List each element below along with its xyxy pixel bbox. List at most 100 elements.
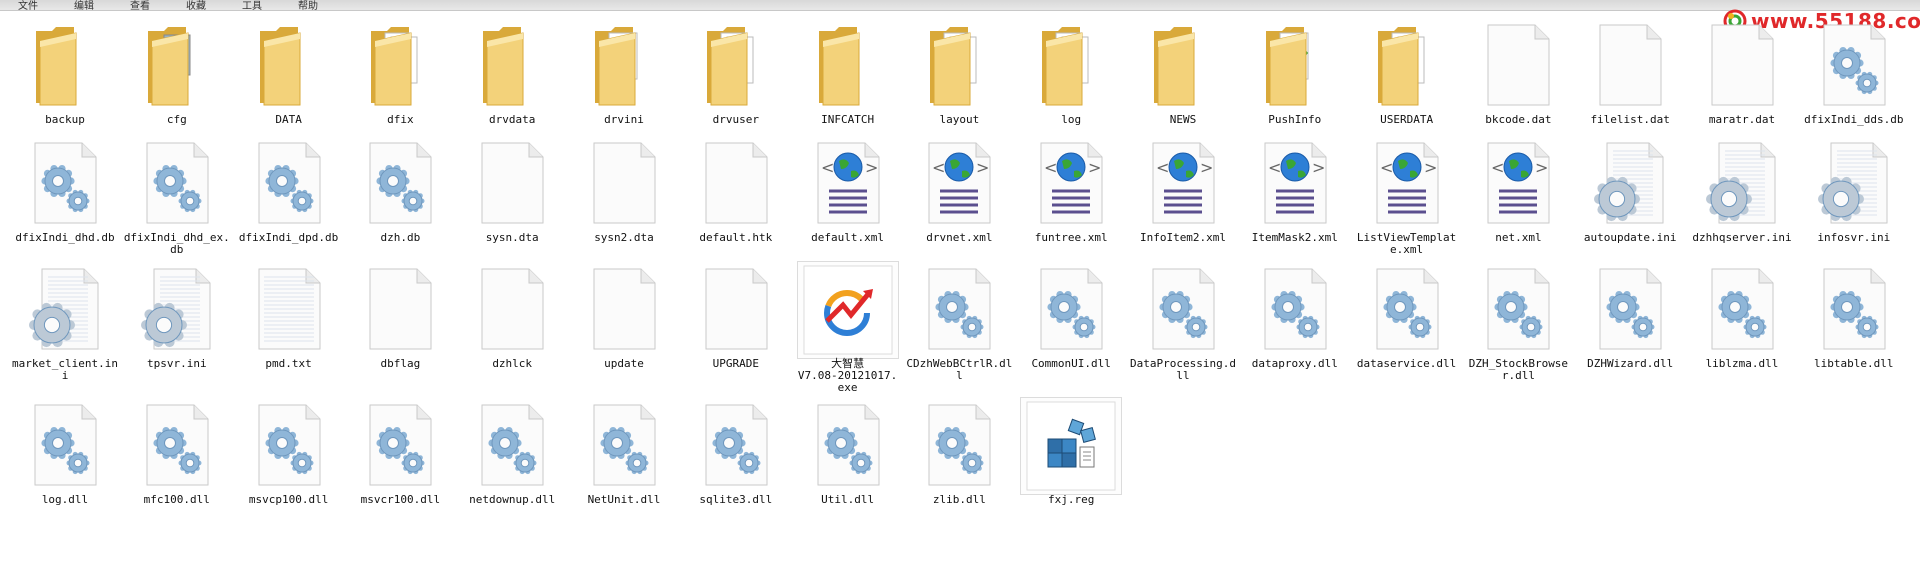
file-item[interactable]: default.htk [680,136,792,244]
file-name-label: maratr.dat [1708,113,1776,126]
file-item[interactable]: DZH_StockBrowser.dll [1462,262,1574,382]
folder-icon [1133,18,1233,114]
file-item[interactable]: < > ListViewTemplate.xml [1351,136,1463,256]
file-item[interactable]: backup [9,18,121,126]
file-item[interactable]: < > funtree.xml [1015,136,1127,244]
file-item[interactable]: log.dll [9,398,121,506]
file-item[interactable]: < > InfoItem2.xml [1127,136,1239,244]
file-item[interactable]: dbflag [344,262,456,370]
file-name-label: net.xml [1495,231,1542,244]
file-item[interactable]: msvcp100.dll [233,398,345,506]
menu-item[interactable]: 工具 [242,0,262,12]
file-name-label: backup [45,113,85,126]
menu-item[interactable]: 收藏 [186,0,206,12]
file-item[interactable]: NetUnit.dll [568,398,680,506]
file-item[interactable]: dataservice.dll [1351,262,1463,370]
file-item[interactable]: tpsvr.ini [121,262,233,370]
file-item[interactable]: < > net.xml [1462,136,1574,244]
file-name-label: autoupdate.ini [1583,231,1677,244]
file-name-label: sysn2.dta [594,231,654,244]
xml-file-icon: < > [1021,136,1121,232]
file-item[interactable]: < > default.xml [792,136,904,244]
file-item[interactable]: UPGRADE [680,262,792,370]
file-item[interactable]: market_client.ini [9,262,121,382]
file-item[interactable]: drvuser [680,18,792,126]
file-item[interactable]: dfixIndi_dhd.db [9,136,121,244]
file-item[interactable]: mfc100.dll [121,398,233,506]
file-name-label: DATA [275,113,302,126]
file-item[interactable]: dfixIndi_dhd_ex.db [121,136,233,256]
file-item[interactable]: 大智慧 V7.08-20121017. exe [792,261,904,394]
file-name-label: cfg [166,113,187,126]
folder-icon [239,18,339,114]
file-item[interactable]: sysn.dta [456,136,568,244]
dll-file-icon [1245,262,1345,358]
file-item[interactable]: msvcr100.dll [344,398,456,506]
file-item[interactable]: < > drvnet.xml [903,136,1015,244]
file-item[interactable]: bkcode.dat [1462,18,1574,126]
folder-icon [127,18,227,114]
file-item[interactable]: sysn2.dta [568,136,680,244]
menu-item[interactable]: 查看 [130,0,150,12]
file-item[interactable]: dzhlck [456,262,568,370]
folder-icon [909,18,1009,114]
menu-item[interactable]: 帮助 [298,0,318,12]
file-item[interactable]: netdownup.dll [456,398,568,506]
svg-text:<: < [1380,158,1393,177]
file-name-label: drvini [604,113,644,126]
folder-icon [462,18,562,114]
file-item[interactable]: dzhhqserver.ini [1686,136,1798,244]
file-item[interactable]: CDzhWebBCtrlR.dll [903,262,1015,382]
file-item[interactable]: < > ItemMask2.xml [1239,136,1351,244]
file-item[interactable]: libtable.dll [1798,262,1910,370]
file-name-label: dataproxy.dll [1251,357,1338,370]
file-item[interactable]: autoupdate.ini [1574,136,1686,244]
dll-file-icon [909,398,1009,494]
menu-item[interactable]: 编辑 [74,0,94,12]
dll-file-icon [350,136,450,232]
file-item[interactable]: maratr.dat [1686,18,1798,126]
file-item[interactable]: cfg [121,18,233,126]
file-name-label: sysn.dta [485,231,539,244]
svg-text:>: > [1088,158,1101,177]
file-name-label: ItemMask2.xml [1251,231,1338,244]
file-item[interactable]: PushInfo [1239,18,1351,126]
file-item[interactable]: DataProcessing.dll [1127,262,1239,382]
file-item[interactable]: Util.dll [792,398,904,506]
file-item[interactable]: dzh.db [344,136,456,244]
file-item[interactable]: INFCATCH [792,18,904,126]
file-item[interactable]: NEWS [1127,18,1239,126]
file-item[interactable]: dfixIndi_dpd.db [233,136,345,244]
file-item[interactable]: dataproxy.dll [1239,262,1351,370]
file-item[interactable]: dfix [344,18,456,126]
file-item[interactable]: USERDATA [1351,18,1463,126]
file-item[interactable]: zlib.dll [903,398,1015,506]
file-item[interactable]: drvdata [456,18,568,126]
file-item[interactable]: liblzma.dll [1686,262,1798,370]
dll-file-icon [1804,18,1904,114]
file-item[interactable]: update [568,262,680,370]
menu-item[interactable]: 文件 [18,0,38,12]
file-item[interactable]: DZHWizard.dll [1574,262,1686,370]
file-item[interactable]: filelist.dat [1574,18,1686,126]
file-name-label: default.htk [699,231,773,244]
file-item[interactable]: DATA [233,18,345,126]
file-name-label: CDzhWebBCtrlR.dll [906,357,1013,382]
file-name-label: CommonUI.dll [1031,357,1111,370]
file-item[interactable]: pmd.txt [233,262,345,370]
file-item[interactable]: fxj.reg [1015,397,1127,506]
file-name-label: layout [939,113,980,126]
ini-file-icon [15,262,115,358]
file-item[interactable]: CommonUI.dll [1015,262,1127,370]
folder-icon [798,18,898,114]
file-item[interactable]: drvini [568,18,680,126]
blank-file-icon [1692,18,1792,114]
file-item[interactable]: layout [903,18,1015,126]
dll-file-icon [1692,262,1792,358]
dll-file-icon [686,398,786,494]
file-item[interactable]: dfixIndi_dds.db [1798,18,1910,126]
file-item[interactable]: log [1015,18,1127,126]
file-item[interactable]: sqlite3.dll [680,398,792,506]
file-item[interactable]: infosvr.ini [1798,136,1910,244]
dll-file-icon [15,398,115,494]
